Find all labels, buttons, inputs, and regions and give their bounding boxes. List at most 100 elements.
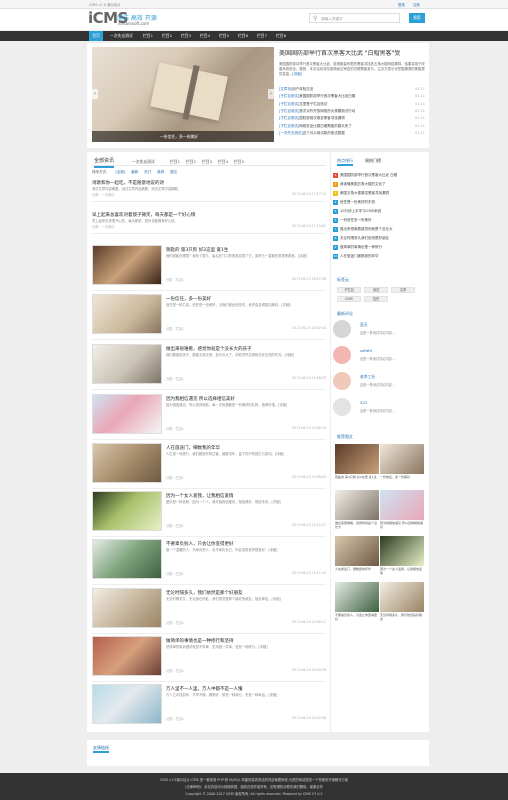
article-title[interactable]: 一份信任，多一份美好 [166, 296, 211, 302]
tab-category[interactable]: 栏目3 [202, 157, 212, 166]
tab-category[interactable]: 栏目4 [218, 157, 228, 166]
article-thumbnail[interactable] [92, 394, 162, 434]
article-item[interactable]: 早上起来总喜欢对着镜子微笑，每天都是一个好心情 早上起来总是很开心的，每天都是，愿… [92, 210, 326, 234]
hot-item[interactable]: 7 做出来很难看感觉你就是个没长大 [333, 227, 425, 234]
article-item[interactable]: 因为我相信遇见 所以选择相信美好 因为相信遇见，所以选择相信。每一次相遇都是一份美… [92, 394, 326, 440]
article-thumbnail[interactable] [92, 491, 162, 531]
article-thumbnail[interactable] [92, 443, 162, 483]
tab-all[interactable]: 全部资讯 [94, 157, 115, 168]
related-item[interactable]: [子栏目测试]首次对外开放网络的大规模测试行动 03-11 [279, 109, 425, 115]
tag[interactable]: 信任 [364, 296, 388, 302]
filter-item[interactable]: 推荐 [157, 170, 164, 174]
article-category[interactable]: 分类：栏目1 [166, 620, 184, 625]
article-title[interactable]: 早上起来总喜欢对着镜子微笑，每天都是一个好心情 [92, 212, 196, 218]
hot-title[interactable]: 做出来很难看感觉你就是个没长大 [340, 227, 393, 231]
article-title[interactable]: 因为一个女人爱我，让我相信爱情 [166, 493, 234, 499]
avatar[interactable] [333, 346, 351, 364]
tag[interactable]: 子栏目 [337, 287, 361, 293]
hot-item[interactable]: 8 无论时隔多久我们依然是好朋友 [333, 236, 425, 243]
pic-thumbnail[interactable] [335, 536, 379, 566]
article-thumbnail[interactable] [92, 588, 162, 628]
tag[interactable]: 文章 [391, 287, 415, 293]
nav-item[interactable]: 栏目2 [162, 31, 172, 41]
article-thumbnail[interactable] [92, 636, 162, 676]
pic-thumbnail[interactable] [335, 582, 379, 612]
comment-item[interactable]: sdfdfd 这是一条测试评论内容... [333, 344, 425, 368]
avatar[interactable] [333, 372, 351, 390]
comment-author[interactable]: sdfdfd [360, 348, 372, 353]
hot-item[interactable]: 1 美国国防部举行首次黑客大比武 白帽 [333, 173, 425, 180]
nav-item[interactable]: 栏目4 [200, 31, 210, 41]
tag[interactable]: iCMS [337, 296, 361, 302]
pic-thumbnail[interactable] [380, 444, 424, 474]
related-title[interactable]: 美国国防部举行首次黑客大比武白帽 [299, 94, 355, 98]
article-item[interactable]: 因为一个女人爱我，让我相信爱情 爱情是一种信仰，因为一个人，我开始相信爱情，相信美… [92, 491, 326, 537]
pic-caption[interactable]: 因为一个女人爱我，让我相信爱情 [380, 567, 424, 575]
article-title[interactable]: 钥匙的 第3只狗 好2这里 爱1生 [166, 247, 228, 253]
pic-item[interactable]: 因为我相信遇见 所以选择相信美好 [380, 490, 424, 530]
article-title[interactable]: 无论时隔多久，我们依然是那个好朋友 [166, 590, 243, 596]
hot-tab-active[interactable]: 热点排行 [337, 158, 353, 166]
related-tag[interactable]: [文章页] [279, 87, 292, 91]
related-tag[interactable]: [子栏目测试] [279, 124, 299, 128]
comment-author[interactable]: 522 [360, 400, 367, 405]
article-thumbnail[interactable] [92, 539, 162, 579]
article-category[interactable]: 分类：一次测试 [92, 192, 114, 197]
avatar[interactable] [333, 320, 351, 338]
tab-category[interactable]: 栏目2 [186, 157, 196, 166]
pic-caption[interactable]: 一份信任，多一份美好 [380, 475, 424, 483]
article-title[interactable]: 做出来很难看，感觉你就是个没长大的孩子 [166, 346, 252, 352]
pic-item[interactable]: 一份信任，多一份美好 [380, 444, 424, 484]
hot-tab[interactable]: 周热门榜 [365, 158, 381, 164]
article-category[interactable]: 分类：栏目1 [166, 277, 184, 282]
headline-title[interactable]: 美国国防部举行首次黑客大比武 "白帽黑客"受 [279, 50, 425, 57]
nav-item-home[interactable]: 首页 [89, 31, 103, 41]
article-item[interactable]: 万人里不一人里，万人中都不是一人懂 万人之中找到你，不早不晚，刚刚好，那是一种缘分… [92, 684, 326, 726]
hot-title[interactable]: 无论时隔多久我们依然是好朋友 [340, 236, 389, 240]
article-title[interactable]: 人在旅途门，细数我的年华 [166, 445, 220, 451]
article-category[interactable]: 分类：栏目1 [166, 571, 184, 576]
pic-thumbnail[interactable] [380, 490, 424, 520]
related-item[interactable]: [子栏目测试]美国国防部举行首次黑客大比武白帽 03-11 [279, 94, 425, 100]
related-item[interactable]: [一次失去测试]这个月么测试新的测试数据 03-11 [279, 131, 425, 137]
comment-item[interactable]: 夏天 这是一条测试评论内容... [333, 318, 425, 342]
tab-category[interactable]: 一次失去测试 [132, 157, 155, 166]
article-item[interactable]: 钥匙的 第3只狗 好2这里 爱1生 我的钥匙在哪里？我找了很久，最后在门口的角落发… [92, 245, 326, 291]
article-title[interactable]: 万人里不一人里，万人中都不是一人懂 [166, 686, 243, 692]
hot-title[interactable]: 我读懂美国五角大楼的文化了 [340, 182, 386, 186]
article-thumbnail[interactable] [92, 294, 162, 334]
filter-item[interactable]: 热门 [144, 170, 151, 174]
filter-item[interactable]: 图文 [170, 170, 177, 174]
article-category[interactable]: 分类：栏目1 [166, 475, 184, 480]
article-category[interactable]: 分类：栏目1 [166, 326, 184, 331]
nav-item[interactable]: 栏目7 [257, 31, 267, 41]
pic-thumbnail[interactable] [335, 490, 379, 520]
article-item[interactable]: 人在旅途门，细数我的年华 人生是一场旅行，我们都是匆匆过客，细数流年，留下的只有回… [92, 443, 326, 489]
article-category[interactable]: 分类：栏目1 [166, 668, 184, 673]
related-tag[interactable]: [子栏目测试] [279, 94, 299, 98]
article-title[interactable]: 做简单的事情也是一种修行和坚持 [166, 638, 234, 644]
article-item[interactable]: 一份信任，多一份美好 信任是一种力量，信任是一份美好，当我们彼此信任时，世界会变得… [92, 294, 326, 340]
pic-item[interactable]: 不要辜负别人，只会让你变得更好 [335, 582, 379, 622]
related-tag[interactable]: [子栏目测试] [279, 102, 299, 106]
article-item[interactable]: 不要辜负别人，只会让你变得更好 做一个温暖的人，不辜负别人，也不辜负自己，你会发现… [92, 539, 326, 585]
pic-caption[interactable]: 不要辜负别人，只会让你变得更好 [335, 613, 379, 621]
hot-item[interactable]: 6 一份信任多一份美好 [333, 218, 425, 225]
hot-title[interactable]: 美国国防部举行首次黑客大比武 白帽 [340, 173, 397, 177]
tag[interactable]: 测试 [364, 287, 388, 293]
nav-item[interactable]: 栏目6 [238, 31, 248, 41]
hot-item[interactable]: 4 信任是一份美好的东西 [333, 200, 425, 207]
filter-item[interactable]: 最新 [131, 170, 138, 174]
avatar[interactable] [333, 398, 351, 416]
nav-item[interactable]: 栏目8 [276, 31, 286, 41]
related-item[interactable]: [文章页]用户体验交流 03-11 [279, 87, 425, 93]
article-thumbnail[interactable] [92, 684, 162, 724]
related-item[interactable]: [子栏目测试]这里是子栏目测试 03-11 [279, 102, 425, 108]
article-title[interactable]: 诗歌和你一起吃，不是随意地说的诗 [92, 180, 164, 186]
related-title[interactable]: 网络安全比赛白帽黑客的春天来了 [299, 124, 352, 128]
tab-category[interactable]: 栏目1 [170, 157, 180, 166]
nav-item[interactable]: 栏目5 [219, 31, 229, 41]
related-tag[interactable]: [一次失去测试] [279, 131, 303, 135]
related-title[interactable]: 这里是子栏目测试 [299, 102, 327, 106]
pic-item[interactable]: 做出来很难看，感觉你就是个没长大 [335, 490, 379, 530]
